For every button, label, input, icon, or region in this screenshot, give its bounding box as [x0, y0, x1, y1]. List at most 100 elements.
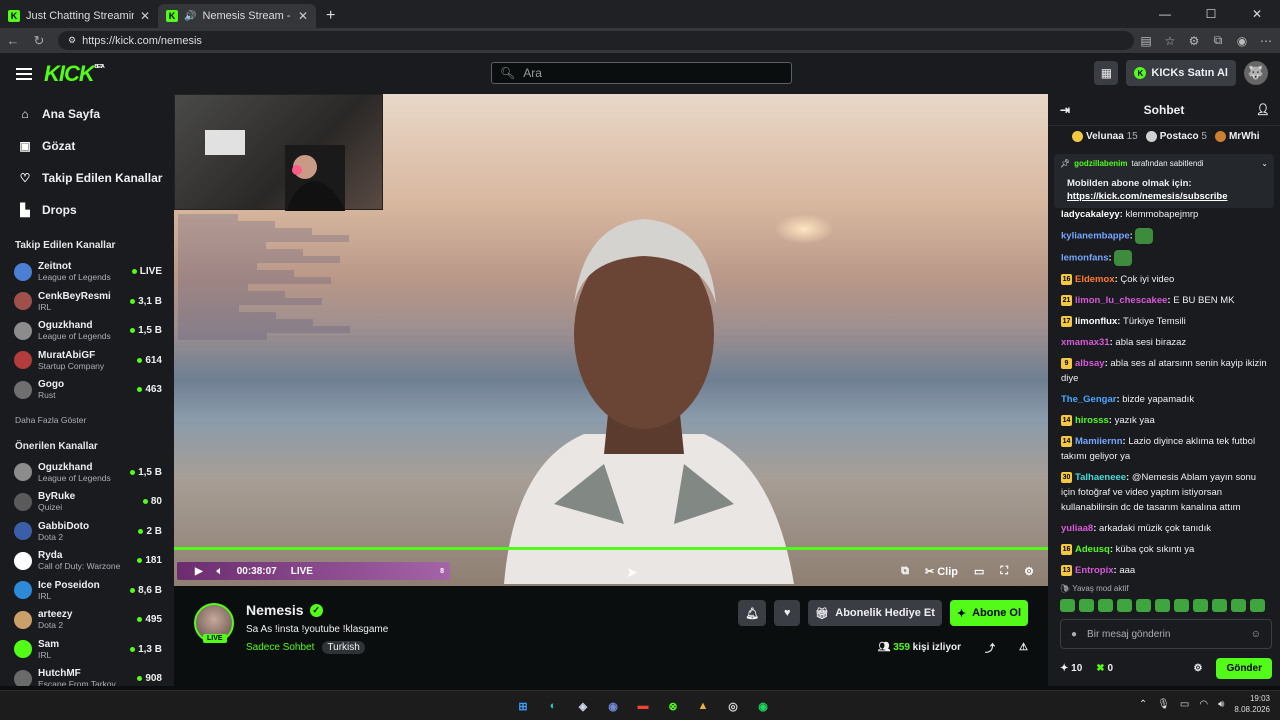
quick-emote-icon[interactable] — [1079, 599, 1094, 612]
sidebar-item-following[interactable]: ♡ Takip Edilen Kanallar — [0, 162, 174, 194]
favorite-icon[interactable]: ☆ — [1158, 34, 1182, 48]
report-icon[interactable]: ⚠ — [1019, 642, 1028, 653]
quick-emote-icon[interactable] — [1231, 599, 1246, 612]
clip-button[interactable]: ✂ Clip — [925, 565, 958, 578]
chat-badge-icon[interactable]: ● — [1071, 629, 1077, 640]
start-icon[interactable]: ⊞ — [512, 695, 534, 717]
discord-icon[interactable]: ◉ — [602, 695, 624, 717]
sidebar-channel[interactable]: Gogo Rust 463 — [0, 375, 174, 405]
xbox-icon[interactable]: ⊗ — [662, 695, 684, 717]
chat-username[interactable]: kylianembappe — [1061, 231, 1130, 242]
volume-icon[interactable]: 🔈︎ — [217, 566, 223, 577]
sidebar-channel[interactable]: HutchMF Escape From Tarkov 908 — [0, 664, 174, 686]
chevron-down-icon[interactable]: ⌄ — [1261, 159, 1268, 168]
edge-icon[interactable]: ◐ — [542, 695, 564, 717]
quick-emote-icon[interactable] — [1212, 599, 1227, 612]
chat-username[interactable]: xmamax31 — [1061, 337, 1110, 348]
leaderboard-entry[interactable]: Velunaa 15 — [1072, 131, 1138, 143]
leaderboard-entry[interactable]: MrWhi — [1214, 131, 1260, 143]
notifications-bell-button[interactable]: 🔔︎ — [738, 600, 767, 626]
leaderboard-entry[interactable]: Postaco 5 — [1145, 131, 1207, 143]
fullscreen-icon[interactable]: ⛶ — [1000, 565, 1008, 578]
epic-icon[interactable]: ◎ — [722, 695, 744, 717]
menu-icon[interactable]: ⋯ — [1254, 34, 1278, 48]
quick-emote-icon[interactable] — [1193, 599, 1208, 612]
chat-username[interactable]: Talhaeneee — [1075, 472, 1126, 483]
stream-progress-bar[interactable] — [174, 547, 1048, 550]
subscribe-link[interactable]: https://kick.com/nemesis/subscribe — [1067, 191, 1228, 202]
chat-settings-icon[interactable]: ⚙ — [1193, 663, 1202, 674]
send-button[interactable]: Gönder — [1216, 657, 1272, 679]
quick-emote-icon[interactable] — [1136, 599, 1151, 612]
spotify-icon[interactable]: ◉ — [752, 695, 774, 717]
mic-icon[interactable]: 🎙︎ — [1157, 699, 1170, 710]
kick-logo[interactable]: KICK BETA — [44, 61, 105, 87]
category-link[interactable]: Sadece Sohbet — [246, 642, 314, 653]
notifications-icon[interactable]: ▦ — [1094, 61, 1119, 85]
chat-username[interactable]: lemonfans — [1061, 253, 1109, 264]
chat-username[interactable]: Adeusq — [1075, 544, 1110, 555]
language-tag[interactable]: Turkish — [322, 641, 365, 654]
chat-username[interactable]: Mamiiernn — [1075, 436, 1123, 447]
user-avatar[interactable]: 🐺 — [1244, 61, 1268, 85]
back-icon[interactable]: ← — [0, 33, 26, 48]
sidebar-channel[interactable]: MuratAbiGF Startup Company 614 — [0, 346, 174, 376]
chat-username[interactable]: limonflux — [1075, 316, 1117, 327]
speaker-icon[interactable]: 🔊 — [184, 11, 196, 22]
close-tab-icon[interactable]: ✕ — [298, 9, 308, 23]
browser-tab-active[interactable]: K 🔊 Nemesis Stream - Watch Live ✕ — [158, 4, 316, 28]
sidebar-channel[interactable]: Ice Poseidon IRL 8,6 B — [0, 576, 174, 606]
collapse-chat-icon[interactable]: ⇥ — [1060, 103, 1070, 117]
sidebar-channel[interactable]: ByRuke Quizei 80 — [0, 487, 174, 517]
tray-chevron-icon[interactable]: ⌃ — [1139, 699, 1147, 710]
share-icon[interactable]: ⤴ — [985, 640, 995, 655]
sidebar-channel[interactable]: Oguzkhand League of Legends 1,5 B — [0, 458, 174, 488]
profile-icon[interactable]: ◉ — [1230, 34, 1254, 48]
live-indicator[interactable]: LIVE — [291, 566, 313, 577]
sidebar-channel[interactable]: CenkBeyResmi IRL 3,1 B — [0, 287, 174, 317]
follow-button[interactable]: ♥ — [774, 600, 801, 626]
close-tab-icon[interactable]: ✕ — [140, 9, 150, 23]
settings-icon[interactable]: ⚙ — [1024, 565, 1034, 578]
gift-subscription-button[interactable]: 🎁︎ Abonelik Hediye Et — [808, 600, 942, 626]
chat-users-icon[interactable]: 👤︎ — [1256, 103, 1270, 116]
quick-emote-icon[interactable] — [1155, 599, 1170, 612]
sidebar-channel[interactable]: Ryda Call of Duty: Warzone 181 — [0, 546, 174, 576]
chat-username[interactable]: albsay — [1075, 358, 1105, 369]
show-more-link[interactable]: Daha Fazla Göster — [0, 405, 174, 427]
sidebar-channel[interactable]: GabbiDoto Dota 2 2 B — [0, 517, 174, 547]
emoji-icon[interactable]: ☺ — [1251, 629, 1261, 640]
site-info-icon[interactable]: ⚙ — [68, 35, 76, 46]
quick-emote-icon[interactable] — [1250, 599, 1265, 612]
chat-username[interactable]: limon_lu_chescakee — [1075, 295, 1167, 306]
maximize-button[interactable]: ☐ — [1188, 0, 1234, 28]
chat-message-input[interactable]: ● Bir mesaj gönderin ☺ — [1060, 619, 1272, 649]
sidebar-channel[interactable]: Sam IRL 1,3 B — [0, 635, 174, 665]
chat-username[interactable]: yuliaa8 — [1061, 523, 1093, 534]
sidebar-channel[interactable]: arteezy Dota 2 495 — [0, 605, 174, 635]
quick-emote-icon[interactable] — [1098, 599, 1113, 612]
quick-emote-icon[interactable] — [1060, 599, 1075, 612]
chat-username[interactable]: ladycakaleyy — [1061, 209, 1120, 220]
menu-toggle-icon[interactable] — [16, 67, 32, 80]
pip-icon[interactable]: ⧉ — [901, 565, 909, 578]
video-player[interactable]: ▶ 🔈︎ 00:38:07 LIVE 8 ⧉ ✂ Clip ▭ ⛶ ⚙ ➤ — [174, 94, 1048, 586]
play-icon[interactable]: ▶ — [195, 566, 203, 577]
search-input[interactable]: 🔍︎ Ara — [491, 62, 792, 84]
close-window-button[interactable]: ✕ — [1234, 0, 1280, 28]
minimize-button[interactable]: — — [1142, 0, 1188, 28]
reload-icon[interactable]: ↻ — [26, 33, 52, 49]
reader-icon[interactable]: ▤ — [1134, 34, 1158, 48]
chat-username[interactable]: The_Gengar — [1061, 394, 1116, 405]
volume-tray-icon[interactable]: 🔊︎ — [1218, 699, 1224, 710]
sidebar-channel[interactable]: Zeitnot League of Legends LIVE — [0, 257, 174, 287]
new-tab-button[interactable]: + — [326, 7, 335, 25]
buy-kicks-button[interactable]: K KICKs Satın Al — [1126, 60, 1236, 86]
steam-icon[interactable]: ◈ — [572, 695, 594, 717]
url-field[interactable]: ⚙ https://kick.com/nemesis — [58, 31, 1134, 50]
app-icon[interactable]: ▬ — [632, 695, 654, 717]
sidebar-channel[interactable]: Oguzkhand League of Legends 1,5 B — [0, 316, 174, 346]
subscribe-button[interactable]: ✦ Abone Ol — [949, 600, 1028, 626]
quick-emote-icon[interactable] — [1174, 599, 1189, 612]
streamer-name[interactable]: Nemesis ✓ — [246, 602, 323, 618]
